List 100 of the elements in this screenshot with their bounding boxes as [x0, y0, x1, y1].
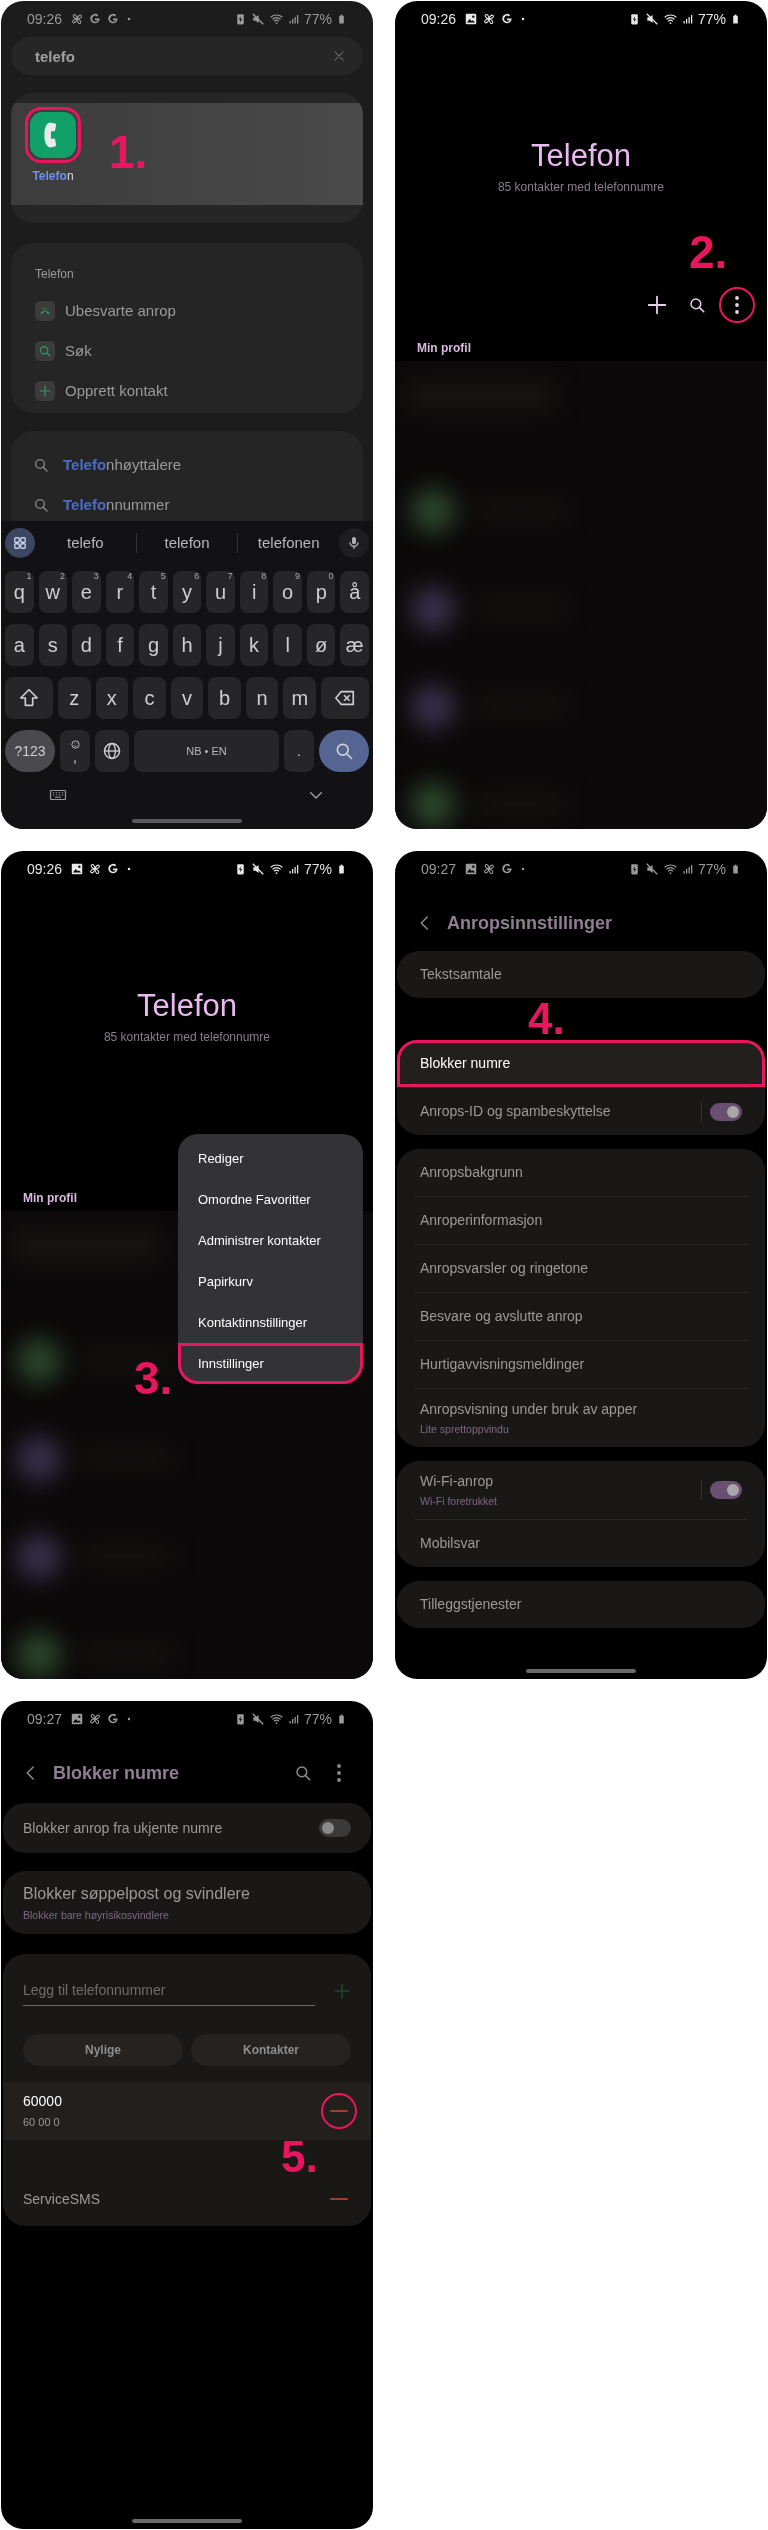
- key[interactable]: e 3: [72, 571, 101, 613]
- key[interactable]: v: [170, 677, 204, 719]
- pinwheel-icon: [88, 1712, 103, 1726]
- key[interactable]: m: [283, 677, 317, 719]
- key[interactable]: h: [172, 624, 202, 666]
- key[interactable]: [95, 730, 129, 772]
- key[interactable]: t 5: [139, 571, 168, 613]
- key[interactable]: ,: [60, 730, 90, 772]
- key[interactable]: w 2: [38, 571, 68, 613]
- settings-item[interactable]: Anropsvarsler og ringetone: [397, 1245, 765, 1292]
- menu-item[interactable]: Omordne Favoritter: [178, 1179, 363, 1220]
- key[interactable]: r 4: [105, 571, 135, 613]
- menu-item[interactable]: Rediger: [178, 1138, 363, 1179]
- key[interactable]: d: [72, 624, 101, 666]
- step-number: 1.: [109, 129, 148, 175]
- key[interactable]: NB • EN: [134, 730, 279, 772]
- menu-item[interactable]: Kontaktinnstillinger: [178, 1302, 363, 1343]
- suggestion-item[interactable]: Telefonnummer: [33, 485, 341, 521]
- key[interactable]: i 8: [239, 571, 269, 613]
- settings-item[interactable]: Tekstsamtale: [397, 951, 765, 998]
- app-shortcut[interactable]: Telefon: [25, 107, 81, 185]
- menu-item[interactable]: Administrer kontakter: [178, 1220, 363, 1261]
- settings-item[interactable]: Tilleggstjenester: [397, 1581, 765, 1628]
- menu-item[interactable]: Innstillinger: [178, 1343, 363, 1384]
- remove-button[interactable]: [321, 2093, 357, 2129]
- key[interactable]: a: [5, 624, 34, 666]
- phone-number: 60 00 0: [23, 2115, 61, 2131]
- step-number: 3.: [134, 1355, 173, 1401]
- phone-number-field[interactable]: Legg til telefonnummer: [23, 1976, 315, 2006]
- settings-item[interactable]: Anrops-ID og spambeskyttelse: [397, 1088, 765, 1135]
- key[interactable]: f: [105, 624, 135, 666]
- battery-level: 77%: [697, 9, 726, 29]
- toggle-switch[interactable]: [710, 1481, 742, 1499]
- key[interactable]: ?123: [5, 730, 55, 772]
- status-time: 09:26: [421, 9, 457, 29]
- key[interactable]: u 7: [206, 571, 235, 613]
- word-suggestion[interactable]: telefonen: [240, 531, 337, 555]
- item-label: Mobilsvar: [420, 1534, 480, 1553]
- item-label: Anroperinformasjon: [420, 1211, 543, 1230]
- mute-icon: [250, 1712, 265, 1726]
- key[interactable]: ø: [306, 624, 336, 666]
- more-options-button[interactable]: [719, 287, 755, 323]
- shortcut-item[interactable]: Opprett kontakt: [35, 371, 339, 411]
- more-options-icon: [735, 296, 739, 314]
- toggle-switch[interactable]: [710, 1102, 742, 1121]
- settings-item[interactable]: Mobilsvar: [397, 1520, 765, 1567]
- key[interactable]: p 0: [306, 571, 336, 613]
- filter-button[interactable]: Kontakter: [191, 2034, 351, 2066]
- settings-item[interactable]: Hurtigavvisningsmeldinger: [397, 1341, 765, 1388]
- key[interactable]: [5, 677, 53, 719]
- globe-icon: [102, 741, 122, 761]
- search-field[interactable]: telefo: [11, 37, 363, 75]
- item-label: Besvare og avslutte anrop: [420, 1307, 583, 1326]
- key[interactable]: q 1: [5, 571, 34, 613]
- key[interactable]: o 9: [273, 571, 302, 613]
- key[interactable]: j: [206, 624, 235, 666]
- key[interactable]: l: [273, 624, 302, 666]
- toggle-switch[interactable]: [319, 1819, 351, 1837]
- settings-item[interactable]: Anropsbakgrunn: [397, 1149, 765, 1196]
- battery-level: 77%: [303, 859, 332, 879]
- key[interactable]: b: [208, 677, 241, 719]
- settings-item[interactable]: Wi-Fi-anrop Wi-Fi foretrukket: [397, 1461, 765, 1519]
- shortcut-item[interactable]: Søk: [35, 331, 339, 371]
- page-subtitle: 85 kontakter med telefonnumre: [102, 1029, 272, 1046]
- filter-button[interactable]: Nylige: [23, 2034, 183, 2066]
- key[interactable]: n: [245, 677, 279, 719]
- word-suggestion[interactable]: telefo: [37, 531, 134, 555]
- menu-item[interactable]: Papirkurv: [178, 1261, 363, 1302]
- key[interactable]: x: [95, 677, 129, 719]
- pinwheel-icon: [482, 12, 497, 26]
- settings-item[interactable]: Besvare og avslutte anrop: [397, 1293, 765, 1340]
- image-icon: [70, 862, 85, 876]
- key[interactable]: c: [133, 677, 166, 719]
- blocked-number-row[interactable]: 60000 60 00 0: [3, 2082, 371, 2140]
- key[interactable]: k: [239, 624, 269, 666]
- microphone-button[interactable]: [339, 528, 369, 558]
- key[interactable]: å: [340, 571, 369, 613]
- settings-item[interactable]: Anropsvisning under bruk av apper Lite sprettoppvindu: [397, 1389, 765, 1447]
- key[interactable]: [321, 677, 370, 719]
- g-icon: [88, 12, 103, 26]
- suggestion-item[interactable]: Telefonhøyttalere: [33, 445, 341, 485]
- settings-item[interactable]: Anroperinformasjon: [397, 1197, 765, 1244]
- settings-item[interactable]: Blokker numre: [397, 1040, 765, 1087]
- key[interactable]: æ: [340, 624, 369, 666]
- shortcut-item[interactable]: Ubesvarte anrop: [35, 291, 339, 331]
- key[interactable]: [319, 730, 369, 772]
- status-time: 09:26: [27, 9, 63, 29]
- key[interactable]: s: [38, 624, 68, 666]
- image-icon: [70, 1712, 85, 1726]
- blocked-number-row[interactable]: ServiceSMS: [3, 2174, 371, 2224]
- word-suggestion[interactable]: telefon: [138, 531, 236, 555]
- apps-button[interactable]: [5, 528, 35, 558]
- key[interactable]: .: [284, 730, 314, 772]
- close-icon: [332, 49, 346, 63]
- key[interactable]: g: [139, 624, 168, 666]
- section-label: Min profil: [23, 1190, 77, 1207]
- key[interactable]: y 6: [172, 571, 202, 613]
- signal-icon: [681, 13, 694, 25]
- key[interactable]: z: [58, 677, 91, 719]
- pinwheel-icon: [88, 862, 103, 876]
